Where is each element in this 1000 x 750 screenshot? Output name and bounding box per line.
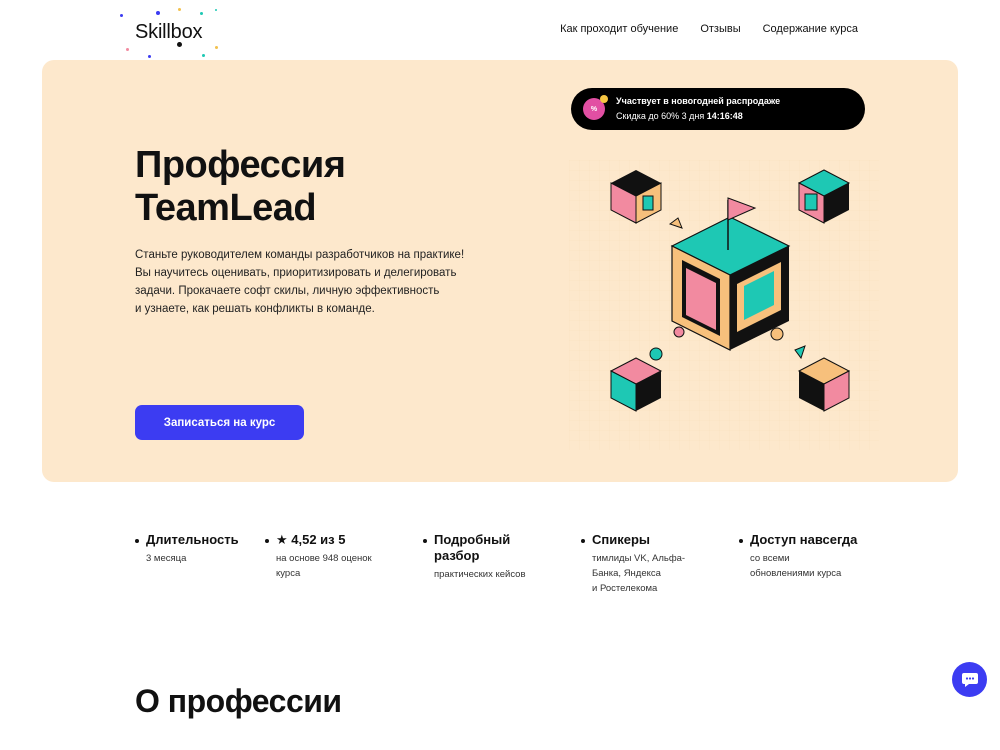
nav-link-learning-process[interactable]: Как проходит обучение (560, 23, 678, 35)
hero-description-line: Станьте руководителем команды разработчи… (135, 249, 465, 261)
bullet-dot (135, 539, 139, 543)
feature-subtitle-line: 3 месяца (146, 553, 187, 564)
discount-badge-text: % (590, 105, 598, 113)
hero-title-line2: TeamLead (135, 187, 317, 229)
skillbox-logo[interactable]: Skillbox (118, 6, 222, 60)
hero-title-line1: Профессия (135, 144, 346, 186)
hero-illustration (569, 160, 879, 450)
promo-subtitle: Скидка до 60% 3 дня 14:16:48 (616, 111, 743, 121)
hero-title: Профессия TeamLead (135, 144, 346, 230)
logo-text: Skillbox (135, 21, 203, 43)
hero-section: Профессия TeamLead Станьте руководителем… (42, 60, 958, 482)
feature-subtitle: со всеми обновлениями курса (750, 551, 841, 581)
hero-description: Станьте руководителем команды разработчи… (135, 246, 495, 318)
chat-button[interactable] (952, 662, 987, 697)
feature-subtitle-line: со всеми (750, 553, 790, 564)
top-nav: Как проходит обучение Отзывы Содержание … (560, 23, 858, 35)
hero-description-line: Вы научитесь оценивать, приоритизировать… (135, 267, 457, 279)
promo-countdown-timer: 14:16:48 (706, 111, 743, 121)
feature-subtitle-line: практических кейсов (434, 569, 526, 580)
feature-title: Длительность (146, 532, 239, 547)
nav-link-reviews[interactable]: Отзывы (700, 23, 740, 35)
feature-subtitle-line: курса (276, 568, 301, 579)
feature-subtitle-line: тимлиды VK, Альфа- (592, 553, 686, 564)
bullet-dot (739, 539, 743, 543)
hero-description-line: задачи. Прокачаете софт скилы, личную эф… (135, 285, 440, 297)
discount-badge-icon: % (583, 95, 608, 120)
bullet-dot (423, 539, 427, 543)
feature-subtitle-line: Банка, Яндекса (592, 568, 661, 579)
feature-subtitle-line: на основе 948 оценок (276, 553, 372, 564)
feature-title: ★ 4,52 из 5 (276, 532, 346, 547)
feature-title: Спикеры (592, 532, 651, 547)
feature-subtitle: на основе 948 оценок курса (276, 551, 372, 581)
promo-discount-text: Скидка до 60% 3 дня (616, 111, 707, 121)
bullet-dot (581, 539, 585, 543)
hero-description-line: и узнаете, как решать конфликты в команд… (135, 303, 375, 315)
bullet-dot (265, 539, 269, 543)
section-title-about-profession: О профессии (135, 683, 342, 719)
feature-subtitle: 3 месяца (146, 551, 186, 566)
sale-promo-banner[interactable]: % Участвует в новогодней распродаже Скид… (571, 88, 865, 130)
feature-subtitle-line: и Ростелекома (592, 583, 658, 594)
feature-subtitle-line: обновлениями курса (750, 568, 842, 579)
feature-subtitle: тимлиды VK, Альфа- Банка, Яндекса и Рост… (592, 551, 685, 596)
chat-bubble-icon (961, 672, 978, 687)
feature-title-line: Подробный (434, 532, 511, 547)
feature-title: Подробный разбор (434, 532, 510, 564)
promo-title: Участвует в новогодней распродаже (616, 96, 781, 106)
feature-title: Доступ навсегда (750, 532, 858, 547)
feature-title-line: разбор (434, 548, 480, 563)
enroll-button[interactable]: Записаться на курс (135, 405, 304, 440)
nav-link-course-content[interactable]: Содержание курса (763, 23, 858, 35)
feature-subtitle: практических кейсов (434, 567, 526, 582)
